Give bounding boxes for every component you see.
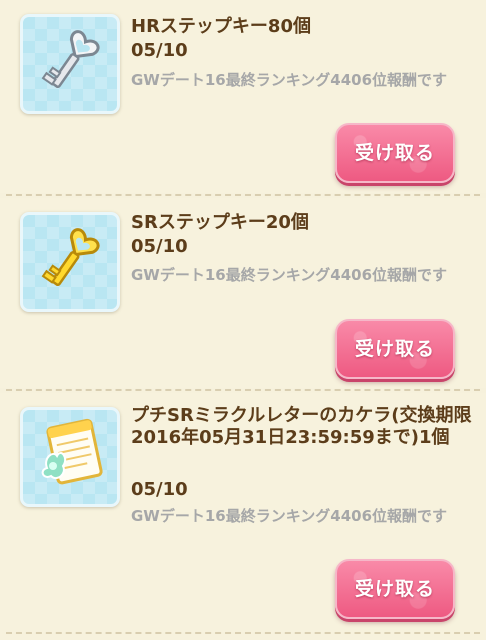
reward-thumbnail [20, 14, 120, 114]
reward-title: プチSRミラクルレターのカケラ(交換期限2016年05月31日23:59:59ま… [131, 405, 472, 448]
reward-description: GWデート16最終ランキング4406位報酬です [131, 71, 448, 89]
receive-button[interactable]: 受け取る [335, 319, 455, 379]
reward-description: GWデート16最終ランキング4406位報酬です [131, 266, 448, 284]
reward-date: 05/10 [131, 40, 188, 61]
reward-thumbnail [20, 212, 120, 312]
reward-date: 05/10 [131, 479, 188, 500]
reward-item: SRステップキー20個 05/10 GWデート16最終ランキング4406位報酬で… [0, 198, 486, 388]
letter-fragment-icon [41, 418, 103, 485]
silver-heart-key-icon [41, 30, 100, 89]
divider [6, 389, 480, 391]
divider [6, 632, 480, 634]
reward-title: HRステップキー80個 [131, 16, 311, 37]
reward-thumbnail [20, 407, 120, 507]
receive-button[interactable]: 受け取る [335, 123, 455, 183]
reward-list: HRステップキー80個 05/10 GWデート16最終ランキング4406位報酬で… [0, 0, 486, 640]
reward-item: プチSRミラクルレターのカケラ(交換期限2016年05月31日23:59:59ま… [0, 393, 486, 640]
gold-heart-key-icon [41, 228, 100, 287]
receive-button[interactable]: 受け取る [335, 559, 455, 619]
reward-date: 05/10 [131, 236, 188, 257]
reward-title: SRステップキー20個 [131, 212, 309, 233]
divider [6, 194, 480, 196]
reward-item: HRステップキー80個 05/10 GWデート16最終ランキング4406位報酬で… [0, 0, 486, 193]
reward-description: GWデート16最終ランキング4406位報酬です [131, 507, 448, 525]
